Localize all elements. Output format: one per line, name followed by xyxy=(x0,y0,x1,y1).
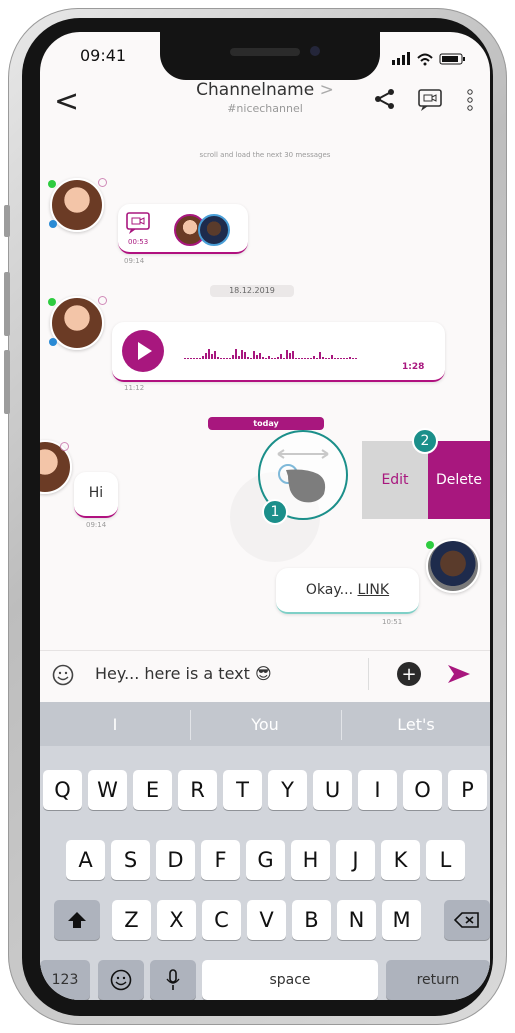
wifi-icon xyxy=(417,53,433,66)
composer-divider xyxy=(368,658,369,690)
video-call-icon[interactable] xyxy=(418,88,442,112)
edit-button[interactable]: Edit xyxy=(362,441,428,519)
key-d[interactable]: D xyxy=(156,840,195,880)
key-i[interactable]: I xyxy=(358,770,397,810)
key-q[interactable]: Q xyxy=(43,770,82,810)
verified-dot xyxy=(49,220,57,228)
avatar[interactable] xyxy=(50,178,104,232)
avatar[interactable] xyxy=(426,539,480,593)
front-camera xyxy=(310,46,320,56)
message-time: 09:14 xyxy=(124,257,145,265)
key-k[interactable]: K xyxy=(381,840,420,880)
key-v[interactable]: V xyxy=(247,900,286,940)
key-w[interactable]: W xyxy=(88,770,127,810)
status-ring-icon xyxy=(98,296,107,305)
key-l[interactable]: L xyxy=(426,840,465,880)
key-s[interactable]: S xyxy=(111,840,150,880)
message-time: 09:14 xyxy=(86,521,107,529)
message-text: Hi xyxy=(88,485,104,501)
online-dot xyxy=(426,541,434,549)
volume-down-button xyxy=(4,350,10,414)
online-dot xyxy=(48,298,56,306)
message-input[interactable]: Hey... here is a text 😎 xyxy=(95,664,272,683)
key-c[interactable]: C xyxy=(202,900,241,940)
avatar[interactable] xyxy=(50,296,104,350)
delete-button[interactable]: Delete xyxy=(428,441,490,519)
message-time: 11:12 xyxy=(124,384,145,392)
key-z[interactable]: Z xyxy=(112,900,151,940)
message-time: 10:51 xyxy=(382,618,403,626)
share-icon[interactable] xyxy=(374,88,396,110)
participant-avatar xyxy=(198,214,230,246)
key-n[interactable]: N xyxy=(337,900,376,940)
status-ring-icon xyxy=(60,442,69,451)
signal-icon xyxy=(392,52,410,65)
shift-key[interactable] xyxy=(54,900,100,940)
shift-icon xyxy=(68,912,86,928)
mute-switch xyxy=(4,205,10,237)
suggestion-item[interactable]: You xyxy=(190,715,340,734)
channel-name: Channelname xyxy=(196,80,315,100)
chevron-right-icon: > xyxy=(319,80,334,100)
key-m[interactable]: M xyxy=(382,900,421,940)
audio-waveform xyxy=(184,340,434,360)
message-text: Okay... LINK xyxy=(276,582,419,598)
key-p[interactable]: P xyxy=(448,770,487,810)
send-icon[interactable] xyxy=(444,660,472,688)
play-button[interactable] xyxy=(122,330,164,372)
numbers-key[interactable]: 123 xyxy=(40,960,90,1000)
key-x[interactable]: X xyxy=(157,900,196,940)
key-u[interactable]: U xyxy=(313,770,352,810)
add-attachment-button[interactable]: + xyxy=(397,662,421,686)
speaker xyxy=(230,48,300,56)
key-y[interactable]: Y xyxy=(268,770,307,810)
status-ring-icon xyxy=(98,178,107,187)
message-body: Okay... xyxy=(305,582,358,598)
key-r[interactable]: R xyxy=(178,770,217,810)
key-t[interactable]: T xyxy=(223,770,262,810)
key-h[interactable]: H xyxy=(291,840,330,880)
key-o[interactable]: O xyxy=(403,770,442,810)
suggestion-item[interactable]: Let's xyxy=(341,715,490,734)
hi-message-bubble[interactable]: Hi xyxy=(74,472,118,518)
volume-up-button xyxy=(4,272,10,336)
video-call-icon xyxy=(126,212,150,234)
key-g[interactable]: G xyxy=(246,840,285,880)
suggestion-item[interactable]: I xyxy=(40,715,190,734)
online-dot xyxy=(48,180,56,188)
backspace-key[interactable] xyxy=(444,900,490,940)
return-key[interactable]: return xyxy=(386,960,490,1000)
emoji-icon[interactable] xyxy=(52,664,74,686)
play-icon xyxy=(138,342,152,360)
microphone-key[interactable] xyxy=(150,960,196,1000)
status-icons xyxy=(392,52,465,66)
emoji-key[interactable] xyxy=(98,960,144,1000)
emoji-icon xyxy=(110,969,132,991)
voice-message-bubble[interactable]: 1:28 xyxy=(112,322,445,382)
message-link[interactable]: LINK xyxy=(357,582,389,598)
notch xyxy=(160,32,380,80)
phone-screen: 09:41 < Channelname > #nicechannel scrol… xyxy=(40,32,490,1000)
more-vertical-icon[interactable] xyxy=(466,88,474,112)
date-separator: 18.12.2019 xyxy=(210,285,294,297)
key-b[interactable]: B xyxy=(292,900,331,940)
step-badge-1: 1 xyxy=(262,499,288,525)
verified-dot xyxy=(49,338,57,346)
key-j[interactable]: J xyxy=(336,840,375,880)
space-key[interactable]: space xyxy=(202,960,378,1000)
key-e[interactable]: E xyxy=(133,770,172,810)
status-time: 09:41 xyxy=(80,46,127,65)
key-f[interactable]: F xyxy=(201,840,240,880)
load-more-link[interactable]: scroll and load the next 30 messages xyxy=(40,151,490,159)
call-duration: 00:53 xyxy=(128,238,149,246)
today-separator: today xyxy=(208,417,324,430)
voice-duration: 1:28 xyxy=(402,362,425,372)
battery-icon xyxy=(439,53,465,65)
key-a[interactable]: A xyxy=(66,840,105,880)
microphone-icon xyxy=(166,969,180,990)
video-call-bubble[interactable]: 00:53 xyxy=(118,204,248,254)
step-badge-2: 2 xyxy=(412,428,438,454)
backspace-icon xyxy=(454,912,479,928)
okay-message-bubble[interactable]: Okay... LINK xyxy=(276,568,419,614)
